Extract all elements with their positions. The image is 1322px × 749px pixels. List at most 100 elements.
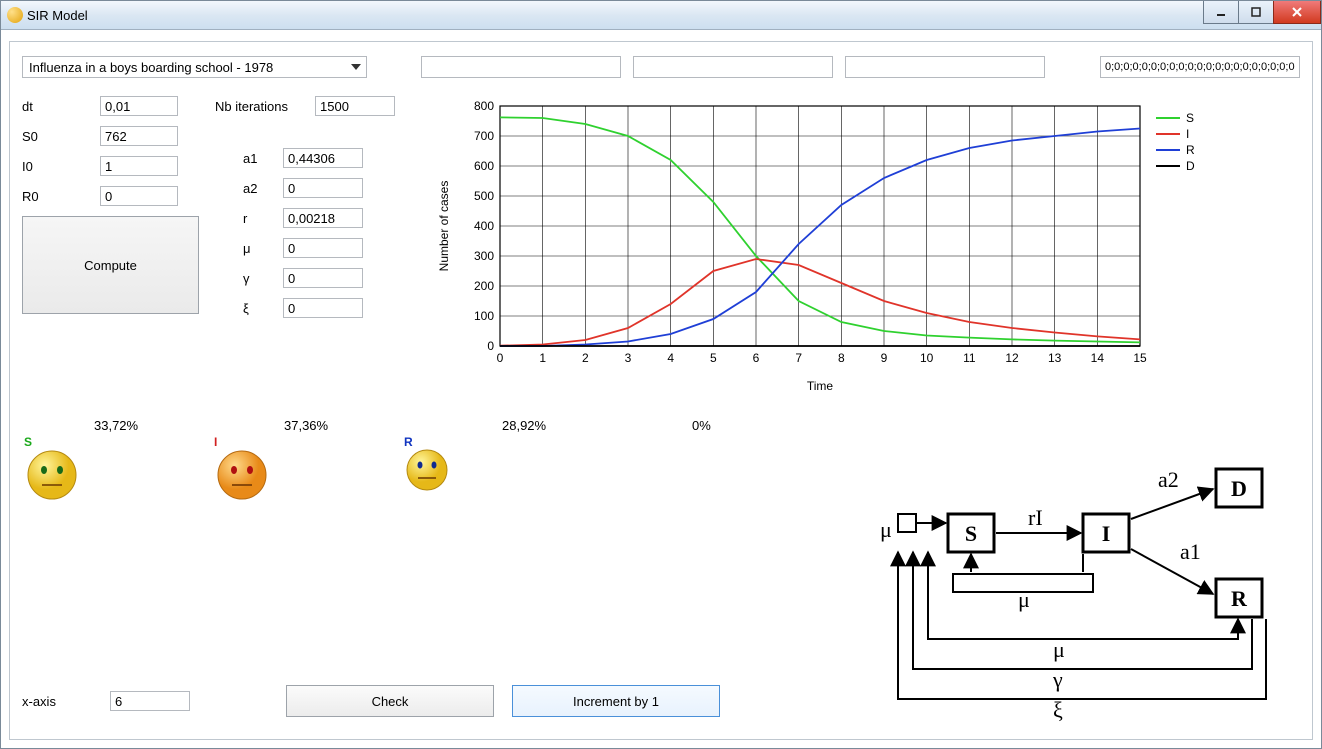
i0-input[interactable]: 1 (100, 156, 178, 176)
svg-text:6: 6 (753, 351, 760, 365)
edge-ri: rI (1028, 505, 1043, 530)
svg-text:Time: Time (807, 379, 834, 393)
pct-i: 37,36% (284, 418, 328, 433)
box-i-label: I (1102, 521, 1111, 546)
svg-text:2: 2 (582, 351, 589, 365)
preset-combo-value: Influenza in a boys boarding school - 19… (29, 60, 273, 75)
svg-text:I: I (1186, 127, 1189, 141)
client-area: Influenza in a boys boarding school - 19… (9, 41, 1313, 740)
gamma-label: γ (243, 271, 283, 286)
svg-text:400: 400 (474, 219, 494, 233)
window-title: SIR Model (27, 8, 88, 23)
edge-gamma: γ (1052, 667, 1063, 692)
gamma-input[interactable]: 0 (283, 268, 363, 288)
svg-text:0: 0 (487, 339, 494, 353)
svg-text:S: S (1186, 111, 1194, 125)
box-s-label: S (965, 521, 977, 546)
check-button[interactable]: Check (286, 685, 494, 717)
svg-text:12: 12 (1005, 351, 1019, 365)
mu-label: μ (243, 241, 283, 256)
maximize-icon (1250, 6, 1262, 18)
nbiter-input[interactable]: 1500 (315, 96, 395, 116)
svg-text:9: 9 (881, 351, 888, 365)
svg-text:10: 10 (920, 351, 934, 365)
params-left-col: dt0,01 S0762 I01 R00 Compute (22, 96, 199, 328)
svg-text:15: 15 (1133, 351, 1147, 365)
pct-r: 28,92% (502, 418, 546, 433)
smiley-i-icon (212, 445, 272, 508)
r-label: r (243, 211, 283, 226)
edge-xi: ξ (1053, 697, 1063, 722)
smiley-i-cell: 37,36% I (212, 418, 402, 508)
svg-text:13: 13 (1048, 351, 1062, 365)
params-right-col: Nb iterations1500 a10,44306 a20 r0,00218… (215, 96, 395, 328)
smiley-d-cell: 0% (592, 418, 782, 508)
smiley-r-icon (402, 445, 452, 498)
minimize-icon (1215, 6, 1227, 18)
i0-label: I0 (22, 159, 100, 174)
compute-button-label: Compute (84, 258, 137, 273)
increment-button-label: Increment by 1 (573, 694, 659, 709)
close-icon (1290, 5, 1304, 19)
xaxis-input[interactable]: 6 (110, 691, 190, 711)
a2-input[interactable]: 0 (283, 178, 363, 198)
r0-input[interactable]: 0 (100, 186, 178, 206)
titlebar: SIR Model (1, 1, 1321, 30)
smiley-r-cell: 28,92% R (402, 418, 592, 508)
window-controls (1204, 1, 1321, 23)
edge-mu-in: μ (880, 517, 892, 542)
sir-chart: 0123456789101112131415010020030040050060… (430, 96, 1298, 396)
svg-text:700: 700 (474, 129, 494, 143)
edge-a1: a1 (1180, 539, 1201, 564)
box-r-label: R (1231, 586, 1248, 611)
dt-label: dt (22, 99, 100, 114)
svg-text:1: 1 (539, 351, 546, 365)
svg-text:5: 5 (710, 351, 717, 365)
s0-input[interactable]: 762 (100, 126, 178, 146)
mu-input[interactable]: 0 (283, 238, 363, 258)
top-field-1[interactable] (421, 56, 621, 78)
minimize-button[interactable] (1203, 1, 1239, 24)
top-numbers-field[interactable]: 0;0;0;0;0;0;0;0;0;0;0;0;0;0;0;0;0;0;0;0;… (1100, 56, 1300, 78)
svg-text:3: 3 (625, 351, 632, 365)
nbiter-label: Nb iterations (215, 99, 315, 114)
a1-label: a1 (243, 151, 283, 166)
maximize-button[interactable] (1238, 1, 1274, 24)
svg-text:500: 500 (474, 189, 494, 203)
r-input[interactable]: 0,00218 (283, 208, 363, 228)
smiley-s-cell: 33,72% S (22, 418, 212, 508)
svg-text:600: 600 (474, 159, 494, 173)
edge-mu-mid: μ (1018, 587, 1030, 612)
svg-text:300: 300 (474, 249, 494, 263)
svg-text:D: D (1186, 159, 1195, 173)
bottom-row: x-axis 6 Check Increment by 1 (22, 685, 720, 717)
pct-s: 33,72% (94, 418, 138, 433)
a2-label: a2 (243, 181, 283, 196)
box-d-label: D (1231, 476, 1247, 501)
compute-button[interactable]: Compute (22, 216, 199, 314)
r0-label: R0 (22, 189, 100, 204)
edge-a2: a2 (1158, 467, 1179, 492)
a1-input[interactable]: 0,44306 (283, 148, 363, 168)
xi-label: ξ (243, 301, 283, 316)
top-row: Influenza in a boys boarding school - 19… (22, 56, 1300, 78)
flow-diagram: S I D R μ rI a2 a1 (858, 459, 1298, 729)
svg-text:Number of cases: Number of cases (437, 181, 451, 272)
svg-text:4: 4 (667, 351, 674, 365)
chevron-down-icon (348, 59, 364, 75)
dt-input[interactable]: 0,01 (100, 96, 178, 116)
svg-text:R: R (1186, 143, 1195, 157)
top-field-2[interactable] (633, 56, 833, 78)
close-button[interactable] (1273, 1, 1321, 24)
svg-text:800: 800 (474, 99, 494, 113)
top-field-3[interactable] (845, 56, 1045, 78)
svg-text:200: 200 (474, 279, 494, 293)
svg-text:0: 0 (497, 351, 504, 365)
svg-text:7: 7 (795, 351, 802, 365)
check-button-label: Check (372, 694, 409, 709)
increment-button[interactable]: Increment by 1 (512, 685, 720, 717)
app-icon (7, 7, 23, 23)
preset-combo[interactable]: Influenza in a boys boarding school - 19… (22, 56, 367, 78)
app-window: SIR Model Influenza in a boys boarding s… (0, 0, 1322, 749)
xi-input[interactable]: 0 (283, 298, 363, 318)
